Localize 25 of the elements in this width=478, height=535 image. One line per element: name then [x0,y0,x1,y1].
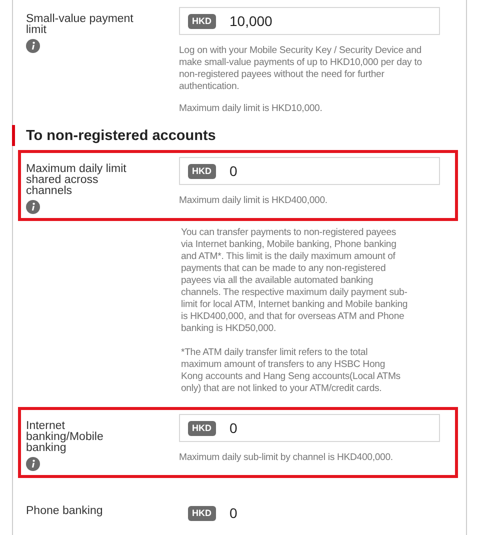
hint-text: Maximum daily limit is HKD10,000. [179,103,324,115]
hint-text: Log on with your Mobile Security Key / Security Device and make small-value payments of up to HKD10,000 per day to non-registered payees without the need for further authentication. [179,45,423,93]
hint-text: Maximum daily sub-limit by channel is HKD400,000. [179,452,394,464]
section-heading: To non-registered accounts [26,128,216,144]
amount-field[interactable]: HKD 0 [179,499,440,527]
note-paragraph: You can transfer payments to non-registered payees via Internet banking, Mobile banking, Phone banking and ATM*. This limit is the daily maximum amount of payments that can be made to any non-registered payees via all the available automated banking channels. The respective maximum daily payment sub-limit for local ATM, Internet banking and Mobile banking is HKD400,000, and that for overseas ATM and Phone banking is HKD50,000. [181,227,409,335]
amount-value: 0 [230,420,238,436]
info-icon[interactable] [26,39,40,53]
amount-field[interactable]: HKD 10,000 [179,7,440,35]
note-paragraph: *The ATM daily transfer limit refers to the total maximum amount of transfers to any HSBC Hong Kong accounts and Hang Seng accounts(Local ATMs only) that are not linked to your ATM/credit cards. [181,347,402,395]
field-label: Internet banking/Mobile banking [26,421,104,454]
currency-badge: HKD [188,14,216,28]
amount-value: 10,000 [230,13,272,29]
info-icon[interactable] [26,457,40,471]
info-icon[interactable] [26,200,40,214]
currency-badge: HKD [188,164,216,178]
field-label: Small-value payment limit [26,14,134,36]
field-label: Phone banking [26,506,103,517]
currency-badge: HKD [188,420,216,436]
amount-value: 0 [230,163,238,179]
amount-field[interactable]: HKD 0 [179,414,440,442]
hint-text: Maximum daily limit is HKD400,000. [179,195,328,207]
field-label: Maximum daily limit shared across channels [26,164,128,197]
amount-field[interactable]: HKD 0 [179,157,440,185]
amount-value: 0 [230,505,238,521]
